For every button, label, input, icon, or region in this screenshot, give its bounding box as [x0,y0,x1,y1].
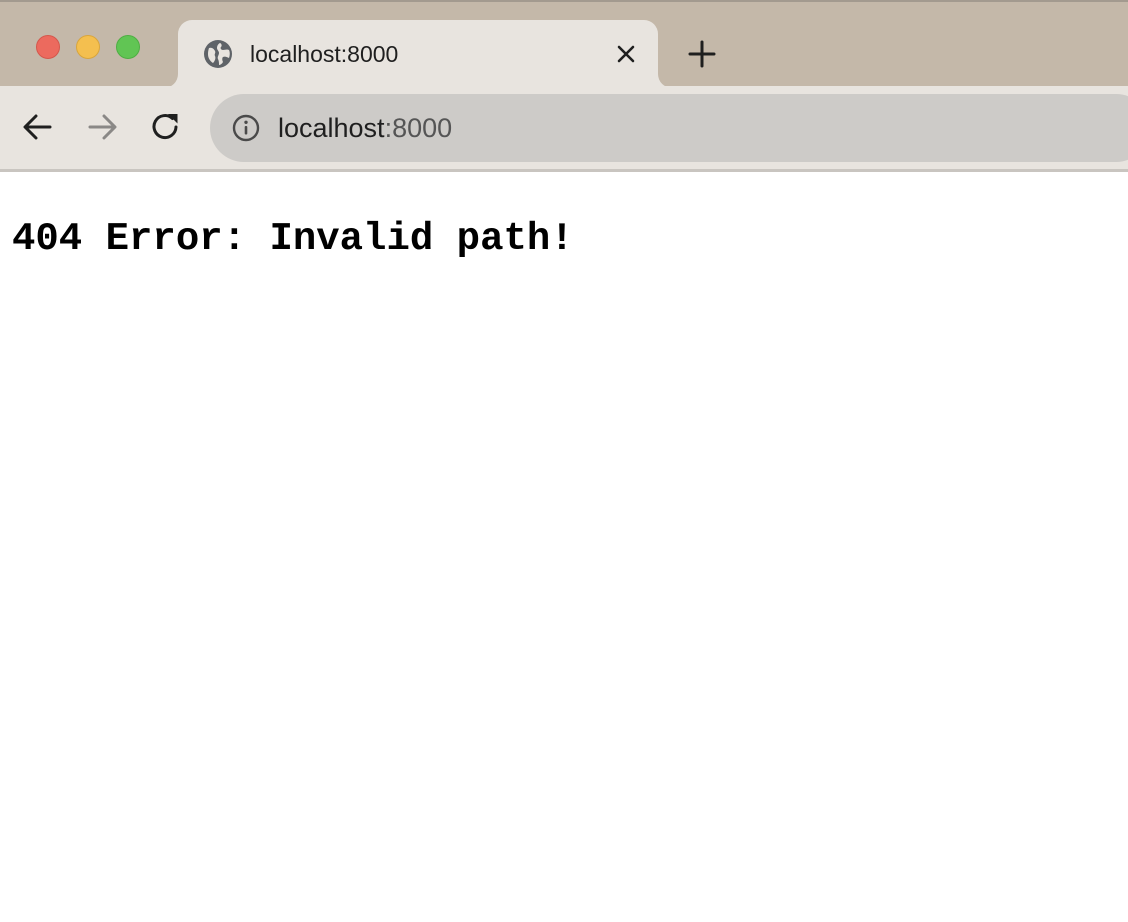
reload-icon[interactable] [149,110,183,144]
close-icon[interactable] [614,42,638,66]
url-text: localhost:8000 [278,111,452,145]
tab-title: localhost:8000 [250,41,399,67]
toolbar: localhost:8000 [0,86,1128,170]
globe-icon [204,40,232,68]
page-content: 404 Error: Invalid path! [0,172,1128,922]
error-message: 404 Error: Invalid path! [12,217,574,261]
info-icon[interactable] [232,114,260,142]
tab-active[interactable]: localhost:8000 [178,20,658,90]
arrow-left-icon[interactable] [21,110,55,144]
window-zoom-button[interactable] [116,35,140,59]
tab-strip: localhost:8000 [0,0,1128,90]
arrow-right-icon[interactable] [85,110,119,144]
url-host: localhost [278,113,385,143]
window-minimize-button[interactable] [76,35,100,59]
window-close-button[interactable] [36,35,60,59]
plus-icon[interactable] [686,38,718,70]
address-bar[interactable]: localhost:8000 [210,94,1128,162]
browser-window: localhost:8000 localhost:8000 404 Error:… [0,0,1128,922]
url-port: :8000 [384,113,453,143]
